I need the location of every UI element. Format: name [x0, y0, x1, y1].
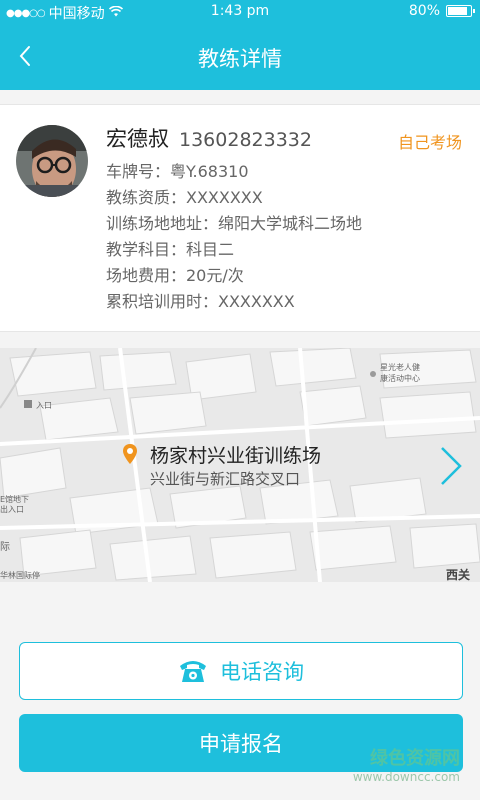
chevron-right-icon: [441, 447, 462, 485]
map-label-senior-center: 星光老人健: [380, 363, 420, 372]
location-name: 杨家村兴业街训练场: [150, 445, 322, 467]
nav-bar: 教练详情: [0, 22, 480, 90]
info-fee: 场地费用：20元/次: [106, 266, 244, 285]
map-label-xiguan: 西关安: [446, 568, 471, 582]
phone-consult-label: 电话咨询: [220, 660, 304, 684]
map-label-senior-center-2: 康活动中心: [380, 374, 420, 383]
map-label-edge: 际: [0, 542, 10, 553]
avatar[interactable]: [16, 125, 88, 197]
name-row: 宏德叔 13602823332: [106, 123, 312, 153]
page-title: 教练详情: [198, 47, 282, 71]
coach-phone[interactable]: 13602823332: [179, 129, 312, 151]
info-subject: 教学科目：科目二: [106, 240, 235, 259]
status-right: 80%: [408, 3, 475, 19]
watermark-main: 绿色资源网: [370, 748, 460, 769]
info-qualification: 教练资质：XXXXXXX: [106, 188, 263, 207]
map-label-forest: 华林国际停: [0, 571, 40, 580]
watermark: 绿色资源网 www.downcc.com: [353, 744, 460, 784]
info-address: 训练场地地址：绵阳大学城科二场地: [106, 214, 363, 233]
phone-consult-button[interactable]: 电话咨询: [19, 642, 463, 700]
coach-name: 宏德叔: [106, 127, 169, 151]
coach-info-list: 车牌号：粤Y.68310 教练资质：XXXXXXX 训练场地地址：绵阳大学城科二…: [106, 159, 362, 315]
info-plate: 车牌号：粤Y.68310: [106, 162, 249, 181]
battery-percent: 80%: [408, 3, 440, 19]
exam-site-tag: 自己考场: [397, 133, 462, 152]
battery-icon: [446, 5, 475, 17]
location-pin-icon: [122, 443, 138, 469]
phone-icon: [180, 661, 206, 682]
location-address: 兴业街与新汇路交叉口: [150, 470, 301, 488]
map-next-button[interactable]: [438, 444, 464, 492]
map-label-underpass-2: 出入口: [0, 505, 24, 514]
coach-card: 宏德叔 13602823332 自己考场 车牌号：粤Y.68310 教练资质：X…: [0, 104, 480, 332]
location-map[interactable]: 星光老人健 康活动中心 入口 E馆地下 出入口 际 华林国际停 西关安 杨家村兴…: [0, 348, 480, 582]
info-hours: 累积培训用时：XXXXXXX: [106, 292, 295, 311]
watermark-url: www.downcc.com: [352, 770, 460, 784]
apply-label: 申请报名: [199, 732, 283, 756]
status-bar: ●●●○○ 中国移动 1:43 pm 80%: [0, 0, 480, 22]
map-label-entrance: 入口: [36, 401, 52, 410]
